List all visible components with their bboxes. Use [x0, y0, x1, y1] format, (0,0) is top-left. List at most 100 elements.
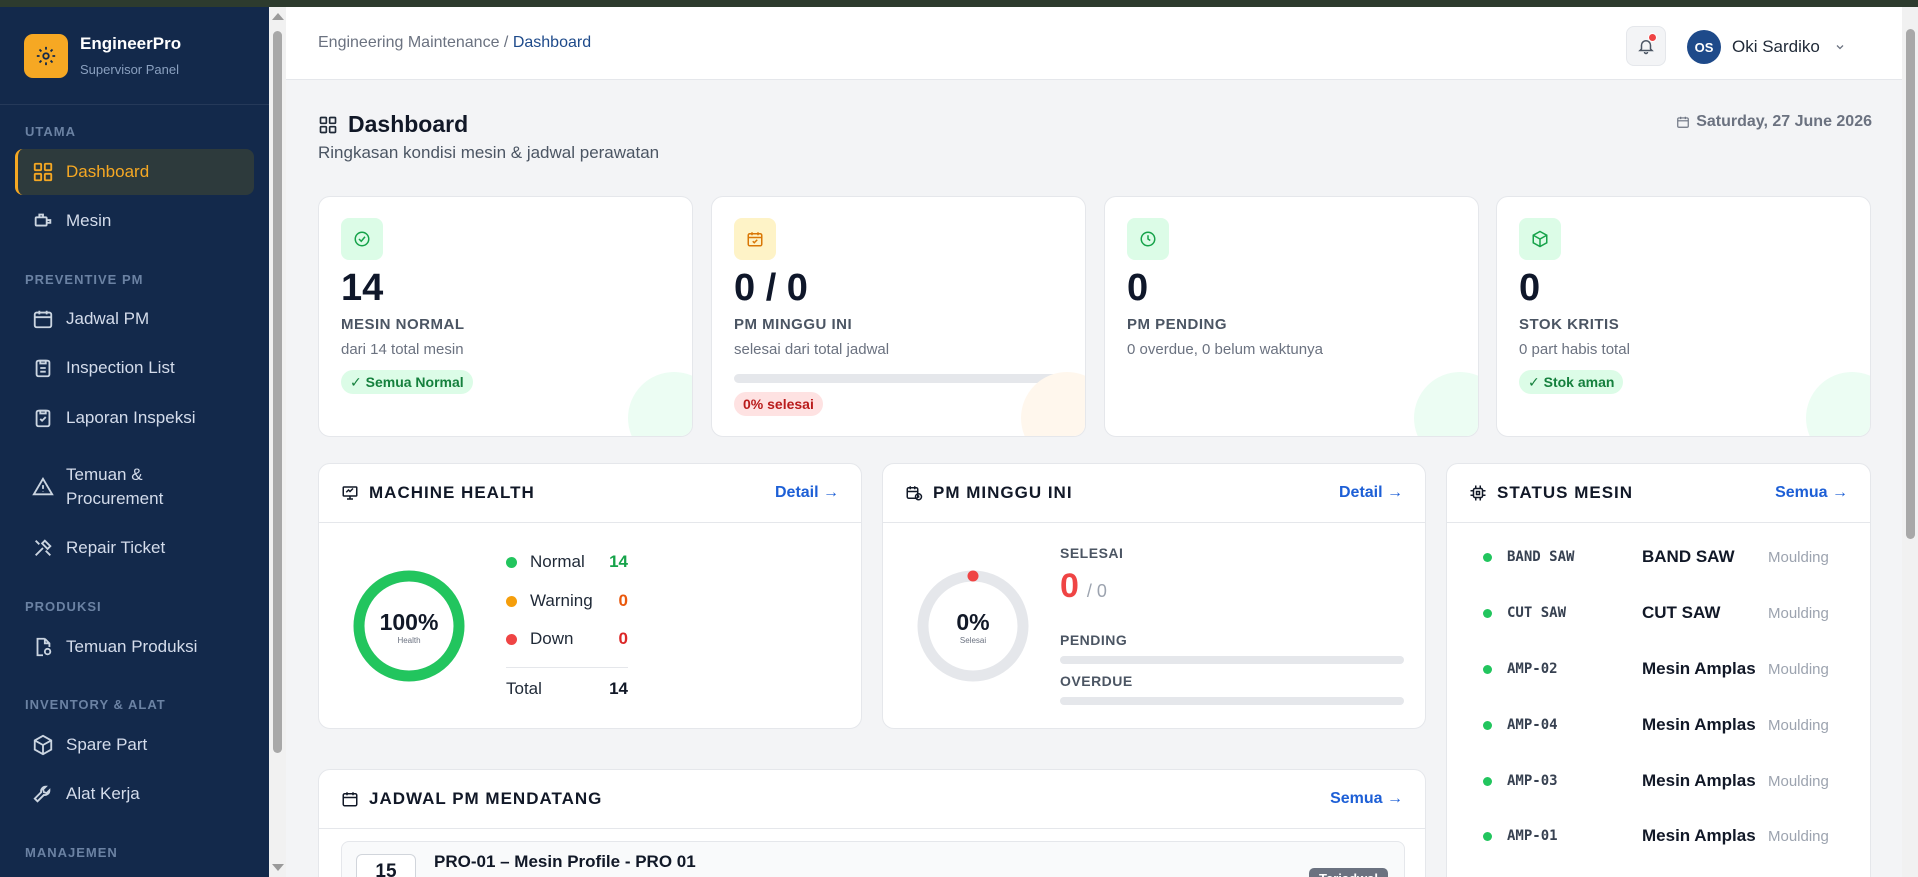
notification-button[interactable]	[1626, 26, 1666, 66]
sidebar-label: Temuan Produksi	[66, 637, 198, 656]
status-dot	[1483, 720, 1492, 730]
page-scrollbar[interactable]	[1902, 7, 1918, 877]
section-produksi: PRODUKSI	[25, 599, 102, 614]
clock-icon	[1127, 218, 1169, 260]
progress-marker	[967, 570, 979, 582]
sidebar-item-spare-part[interactable]: Spare Part	[15, 722, 254, 768]
panel-header: STATUS MESIN Semua →	[1447, 464, 1870, 523]
sidebar-label: Alat Kerja	[66, 784, 140, 803]
list-item[interactable]: BAND SAW BAND SAW Moulding	[1447, 537, 1870, 577]
machine-dept: Moulding	[1768, 660, 1829, 678]
legend-value: 14	[609, 552, 628, 571]
list-item[interactable]: AMP-04 Mesin Amplas Moulding	[1447, 705, 1870, 745]
sidebar-label: Spare Part	[66, 735, 148, 754]
scrollbar-thumb[interactable]	[1906, 29, 1915, 539]
stat-sub: dari 14 total mesin	[341, 341, 464, 358]
pm-week-panel: PM MINGGU INI Detail → 0% Selesai SELESA…	[882, 463, 1426, 729]
legend-label: Total	[506, 679, 542, 698]
panel-header: PM MINGGU INI Detail →	[883, 464, 1425, 523]
calendar-icon	[342, 792, 358, 807]
health-caption: Health	[397, 636, 421, 645]
box-icon	[33, 734, 53, 756]
machine-code: CUT SAW	[1507, 605, 1567, 621]
machine-icon	[34, 213, 52, 227]
machine-name: Mesin Amplas	[1642, 659, 1756, 678]
sidebar-item-inspection-list[interactable]: Inspection List	[15, 345, 254, 391]
document-search-icon	[36, 637, 52, 657]
selesai-count: 0 / 0	[1060, 567, 1107, 606]
user-menu[interactable]: OS Oki Sardiko	[1679, 26, 1865, 68]
notification-dot	[1648, 33, 1657, 42]
list-item[interactable]: CUT SAW CUT SAW Moulding	[1447, 593, 1870, 633]
health-percent: 100%	[379, 609, 439, 635]
sidebar-item-temuan-procurement[interactable]: Temuan & Procurement	[15, 457, 254, 517]
machine-name: BAND SAW	[1642, 547, 1735, 566]
stat-card-pm-minggu: 0 / 0 PM MINGGU INI selesai dari total j…	[711, 196, 1086, 437]
sidebar-item-jadwal-pm[interactable]: Jadwal PM	[15, 296, 254, 342]
machine-code: AMP-04	[1507, 717, 1558, 733]
legend-dot	[506, 633, 517, 645]
scroll-down-icon[interactable]	[272, 864, 284, 871]
scrollbar-thumb[interactable]	[273, 31, 282, 753]
legend-value: 14	[609, 679, 628, 698]
content-scrollbar[interactable]	[269, 7, 286, 877]
monitor-icon	[342, 486, 358, 500]
status-dot	[1483, 831, 1492, 841]
page-title-text: Dashboard	[348, 111, 469, 137]
brand: EngineerPro Supervisor Panel	[0, 7, 269, 105]
chevron-down-icon	[1836, 45, 1844, 50]
sidebar-item-mesin[interactable]: Mesin	[15, 198, 254, 244]
calendar-icon	[33, 310, 53, 329]
page-date: Saturday, 27 June 2026	[1676, 113, 1872, 131]
stat-sub: selesai dari total jadwal	[734, 341, 890, 358]
machine-name: Mesin Amplas	[1642, 715, 1756, 734]
sidebar-label: Dashboard	[66, 162, 150, 181]
legend-dot	[506, 595, 517, 607]
card-decoration	[628, 372, 692, 436]
window-top-strip	[0, 0, 1918, 7]
selesai-value: 0	[1060, 567, 1079, 605]
jadwal-pm-panel: JADWAL PM MENDATANG Semua → 15 PRO-01 – …	[318, 769, 1426, 877]
sidebar-label: Jadwal PM	[66, 309, 150, 328]
machine-code: AMP-01	[1507, 828, 1558, 844]
panel-header: MACHINE HEALTH Detail →	[319, 464, 861, 523]
sidebar-item-repair-ticket[interactable]: Repair Ticket	[15, 525, 254, 571]
stat-value: 0 / 0	[734, 267, 808, 309]
section-preventive: PREVENTIVE PM	[25, 272, 144, 287]
check-circle-icon	[341, 218, 383, 260]
stat-sub: 0 overdue, 0 belum waktunya	[1127, 341, 1323, 358]
semua-link[interactable]: Semua →	[1330, 790, 1403, 808]
section-utama: UTAMA	[25, 124, 76, 139]
sidebar-item-laporan-inspeksi[interactable]: Laporan Inspeksi	[15, 395, 254, 441]
sidebar-item-alat-kerja[interactable]: Alat Kerja	[15, 771, 254, 817]
detail-link[interactable]: Detail →	[775, 484, 839, 502]
semua-link[interactable]: Semua →	[1775, 484, 1848, 502]
sidebar-item-temuan-produksi[interactable]: Temuan Produksi	[15, 624, 254, 670]
jadwal-title: PRO-01 – Mesin Profile - PRO 01	[434, 852, 696, 871]
detail-link[interactable]: Detail →	[1339, 484, 1403, 502]
list-item[interactable]: AMP-02 Mesin Amplas Moulding	[1447, 649, 1870, 689]
sidebar-item-dashboard[interactable]: Dashboard	[15, 149, 254, 195]
machine-dept: Moulding	[1768, 827, 1829, 845]
page-subtitle: Ringkasan kondisi mesin & jadwal perawat…	[318, 143, 660, 162]
pm-caption: Selesai	[959, 636, 987, 645]
panel-header: JADWAL PM MENDATANG Semua →	[319, 770, 1425, 829]
legend-total: Total 14	[506, 679, 628, 699]
list-item[interactable]: 15 PRO-01 – Mesin Profile - PRO 01 Terja…	[341, 841, 1405, 877]
legend-value: 0	[618, 591, 628, 610]
sidebar-label: Mesin	[66, 211, 112, 230]
scroll-up-icon[interactable]	[272, 13, 284, 20]
sidebar-label: Procurement	[66, 489, 164, 508]
stat-card-pm-pending: 0 PM PENDING 0 overdue, 0 belum waktunya	[1104, 196, 1479, 437]
panel-title: JADWAL PM MENDATANG	[369, 789, 603, 808]
list-item[interactable]: AMP-03 Mesin Amplas Moulding	[1447, 761, 1870, 801]
dashboard-icon	[319, 116, 337, 133]
section-manajemen: MANAJEMEN	[25, 845, 118, 860]
list-item[interactable]: AMP-01 Mesin Amplas Moulding	[1447, 816, 1870, 856]
app-name: EngineerPro	[80, 34, 182, 53]
section-inventory: INVENTORY & ALAT	[25, 697, 166, 712]
legend-value: 0	[618, 629, 628, 648]
machine-dept: Moulding	[1768, 772, 1829, 790]
breadcrumb-parent[interactable]: Engineering Maintenance	[318, 34, 499, 51]
date-text: Saturday, 27 June 2026	[1696, 113, 1872, 130]
